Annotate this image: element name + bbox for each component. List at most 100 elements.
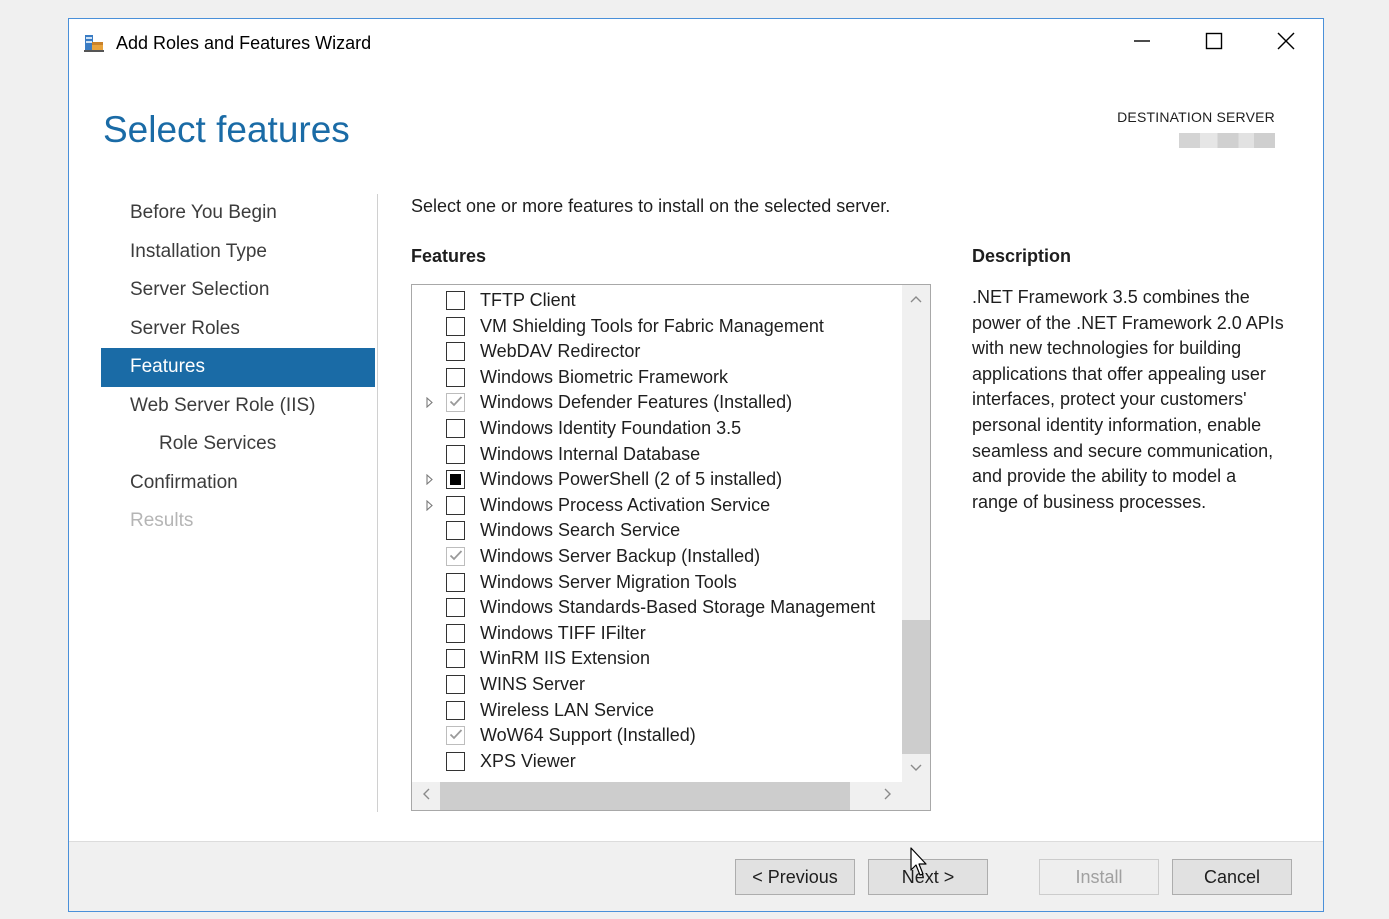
- feature-label: Windows Search Service: [480, 520, 681, 541]
- feature-row[interactable]: Windows Standards-Based Storage Manageme…: [412, 595, 902, 620]
- features-rows: TFTP Client VM Shielding Tools for Fabric…: [412, 285, 902, 782]
- feature-label: Wireless LAN Service: [480, 699, 655, 720]
- feature-checkbox[interactable]: [446, 342, 465, 362]
- features-heading: Features: [411, 246, 487, 266]
- nav-item-features[interactable]: Features: [101, 348, 375, 387]
- maximize-button[interactable]: [1189, 25, 1239, 61]
- feature-checkbox[interactable]: [446, 547, 465, 566]
- feature-row[interactable]: Windows Defender Features (Installed): [412, 390, 902, 415]
- feature-row[interactable]: Windows Server Backup (Installed): [412, 544, 902, 569]
- feature-label: WinRM IIS Extension: [480, 648, 651, 669]
- feature-row[interactable]: WebDAV Redirector: [412, 339, 902, 364]
- maximize-icon: [1205, 32, 1223, 55]
- nav-item-server-roles[interactable]: Server Roles: [101, 310, 375, 349]
- expand-arrow-icon[interactable]: [424, 474, 434, 486]
- feature-checkbox[interactable]: [446, 700, 465, 720]
- nav-divider: [377, 194, 378, 812]
- feature-checkbox[interactable]: [446, 419, 465, 438]
- expand-arrow-icon[interactable]: [424, 499, 434, 511]
- nav-item-role-services[interactable]: Role Services: [101, 425, 375, 464]
- feature-label: WINS Server: [480, 674, 586, 694]
- destination-server-redacted: [1179, 133, 1275, 148]
- feature-label: Windows Server Backup (Installed): [480, 546, 761, 566]
- feature-checkbox[interactable]: [446, 470, 465, 490]
- wizard-footer: < Previous Next > Install Cancel: [69, 841, 1323, 911]
- description-text: .NET Framework 3.5 combines the power of…: [972, 287, 1284, 512]
- nav-item-web-server-role-iis[interactable]: Web Server Role (IIS): [101, 387, 375, 426]
- nav-item-before-you-begin[interactable]: Before You Begin: [101, 194, 375, 233]
- expand-arrow-icon[interactable]: [424, 397, 434, 409]
- feature-label: Windows Server Migration Tools: [480, 571, 737, 592]
- feature-checkbox[interactable]: [446, 495, 465, 515]
- title-bar[interactable]: Add Roles and Features Wizard: [69, 19, 1323, 67]
- feature-row[interactable]: WinRM IIS Extension: [412, 646, 902, 671]
- checkmark-icon: [449, 548, 463, 566]
- checkmark-icon: [449, 727, 463, 745]
- chevron-up-icon: [910, 290, 922, 308]
- feature-checkbox[interactable]: [446, 623, 465, 643]
- scroll-down-button[interactable]: [902, 754, 930, 782]
- feature-checkbox[interactable]: [446, 726, 465, 746]
- previous-button[interactable]: < Previous: [735, 859, 855, 895]
- feature-checkbox[interactable]: [446, 572, 465, 592]
- wizard-window: Add Roles and Features Wizard Select fea…: [68, 18, 1324, 912]
- feature-row[interactable]: Windows Server Migration Tools: [412, 570, 902, 595]
- features-list[interactable]: TFTP Client VM Shielding Tools for Fabric…: [411, 284, 931, 811]
- feature-checkbox[interactable]: [446, 751, 465, 771]
- feature-row[interactable]: Windows Search Service: [412, 518, 902, 543]
- scrollbar-corner: [902, 782, 930, 810]
- feature-row[interactable]: XPS Viewer: [412, 749, 902, 774]
- horizontal-scrollbar[interactable]: [412, 782, 902, 810]
- feature-row[interactable]: Windows Process Activation Service: [412, 493, 902, 518]
- feature-label: Windows Process Activation Service: [480, 494, 771, 515]
- scroll-up-button[interactable]: [902, 285, 930, 313]
- server-manager-icon: [83, 32, 105, 54]
- vertical-scrollbar[interactable]: [902, 285, 930, 782]
- page-title: Select features: [103, 109, 350, 150]
- horizontal-scroll-thumb[interactable]: [440, 782, 850, 810]
- nav-item-server-selection[interactable]: Server Selection: [101, 271, 375, 310]
- feature-checkbox[interactable]: [446, 521, 465, 541]
- chevron-right-icon: [884, 787, 892, 805]
- feature-checkbox[interactable]: [446, 367, 465, 387]
- feature-label: Windows TIFF IFilter: [480, 622, 646, 643]
- feature-checkbox[interactable]: [446, 598, 465, 618]
- feature-checkbox[interactable]: [446, 675, 465, 694]
- feature-row[interactable]: WINS Server: [412, 672, 902, 697]
- feature-row[interactable]: TFTP Client: [412, 288, 902, 313]
- chevron-left-icon: [422, 787, 430, 805]
- install-button[interactable]: Install: [1039, 859, 1159, 895]
- feature-checkbox[interactable]: [446, 291, 465, 310]
- feature-row[interactable]: Windows Biometric Framework: [412, 365, 902, 390]
- nav-item-confirmation[interactable]: Confirmation: [101, 464, 375, 503]
- scroll-right-button[interactable]: [874, 782, 902, 810]
- feature-row[interactable]: Wireless LAN Service: [412, 698, 902, 723]
- feature-label: Windows Standards-Based Storage Manageme…: [480, 597, 876, 618]
- feature-label: XPS Viewer: [480, 750, 576, 771]
- feature-row[interactable]: WoW64 Support (Installed): [412, 723, 902, 748]
- feature-checkbox[interactable]: [446, 444, 465, 464]
- feature-checkbox[interactable]: [446, 649, 465, 669]
- cancel-button[interactable]: Cancel: [1172, 859, 1292, 895]
- vertical-scroll-thumb[interactable]: [902, 620, 930, 754]
- close-button[interactable]: [1261, 25, 1311, 61]
- feature-checkbox[interactable]: [446, 393, 465, 413]
- feature-label: Windows Identity Foundation 3.5: [480, 418, 742, 438]
- checkmark-icon: [449, 394, 463, 412]
- feature-row[interactable]: Windows Identity Foundation 3.5: [412, 416, 902, 441]
- wizard-navigation: Before You Begin Installation Type Server …: [101, 194, 375, 541]
- feature-checkbox[interactable]: [446, 316, 465, 336]
- minimize-icon: [1133, 32, 1151, 55]
- feature-row[interactable]: Windows TIFF IFilter: [412, 621, 902, 646]
- feature-label: WebDAV Redirector: [480, 341, 641, 362]
- feature-row[interactable]: VM Shielding Tools for Fabric Management: [412, 314, 902, 339]
- minimize-button[interactable]: [1117, 25, 1167, 61]
- feature-label: WoW64 Support (Installed): [480, 725, 696, 746]
- scroll-left-button[interactable]: [412, 782, 440, 810]
- close-icon: [1277, 32, 1295, 55]
- feature-label: TFTP Client: [480, 290, 576, 310]
- feature-row[interactable]: Windows PowerShell (2 of 5 installed): [412, 467, 902, 492]
- nav-item-installation-type[interactable]: Installation Type: [101, 233, 375, 272]
- feature-label: Windows Biometric Framework: [480, 366, 729, 387]
- feature-row[interactable]: Windows Internal Database: [412, 442, 902, 467]
